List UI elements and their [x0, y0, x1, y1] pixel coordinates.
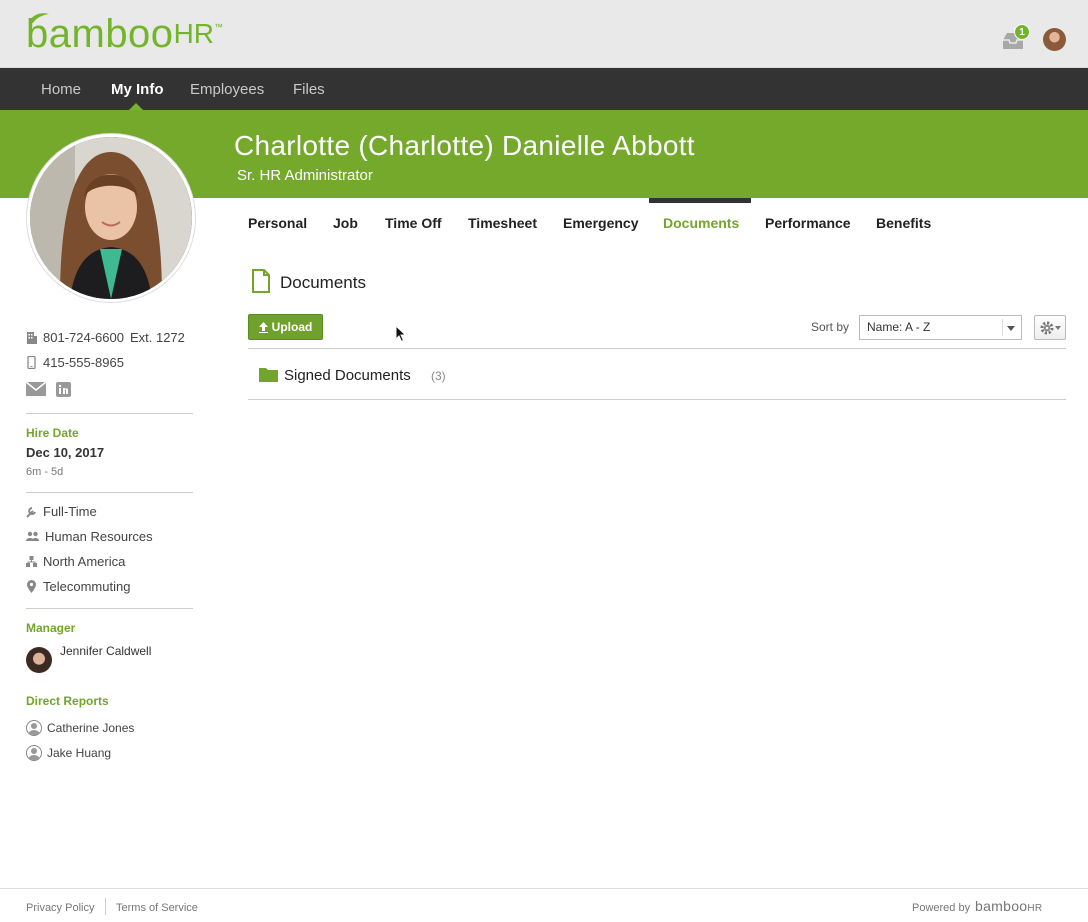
- chevron-down-icon: [1055, 326, 1061, 330]
- powered-by-label: Powered by: [912, 902, 971, 914]
- logo-hr: HR: [173, 18, 215, 49]
- profile-photo[interactable]: [27, 134, 195, 302]
- division-row: North America: [26, 554, 125, 569]
- building-icon: [27, 332, 37, 344]
- active-nav-indicator: [129, 103, 143, 110]
- bamboohr-logo[interactable]: bamboo HR ™: [26, 12, 223, 56]
- footer-separator: [105, 898, 106, 915]
- direct-report-name: Jake Huang: [47, 746, 112, 760]
- top-header: bamboo HR ™ 1: [0, 0, 1088, 68]
- powered-logo-hr: HR: [1027, 903, 1043, 914]
- nav-employees[interactable]: Employees: [190, 81, 264, 98]
- nav-my-info[interactable]: My Info: [111, 81, 164, 98]
- folder-count: (3): [431, 369, 446, 383]
- notification-badge: 1: [1014, 24, 1030, 40]
- direct-report-name: Catherine Jones: [47, 721, 135, 735]
- nav-files[interactable]: Files: [293, 81, 325, 98]
- upload-icon: [258, 321, 268, 333]
- tab-documents[interactable]: Documents: [663, 215, 739, 231]
- upload-button[interactable]: Upload: [248, 314, 323, 340]
- powered-logo-word: bamboo: [975, 898, 1028, 914]
- department: Human Resources: [45, 529, 153, 544]
- active-tab-indicator: [649, 198, 751, 203]
- document-icon: [252, 269, 270, 293]
- manager-name[interactable]: Jennifer Caldwell: [60, 644, 151, 658]
- tab-timesheet[interactable]: Timesheet: [468, 215, 537, 231]
- settings-menu-button[interactable]: [1034, 315, 1066, 340]
- location-row: Telecommuting: [26, 579, 130, 594]
- user-avatar[interactable]: [1043, 28, 1066, 51]
- location: Telecommuting: [43, 579, 131, 594]
- list-bottom-divider: [248, 399, 1066, 400]
- hire-date-label: Hire Date: [26, 426, 79, 440]
- tab-performance[interactable]: Performance: [765, 215, 851, 231]
- wrench-icon: [26, 507, 36, 518]
- sort-select[interactable]: Name: A - Z: [859, 315, 1022, 340]
- gear-icon: [1040, 321, 1054, 335]
- direct-reports-label: Direct Reports: [26, 694, 109, 708]
- mouse-cursor-icon: [395, 325, 407, 343]
- tab-personal[interactable]: Personal: [248, 215, 307, 231]
- footer-divider: [0, 888, 1088, 889]
- location-pin-icon: [27, 580, 36, 593]
- employee-title: Sr. HR Administrator: [237, 167, 373, 184]
- manager-label: Manager: [26, 621, 76, 635]
- select-separator: [1002, 319, 1003, 336]
- direct-report-item[interactable]: Catherine Jones: [26, 720, 134, 736]
- sidebar-divider: [26, 492, 193, 493]
- division: North America: [43, 554, 126, 569]
- mobile-phone[interactable]: 415-555-8965: [43, 355, 124, 370]
- hire-date-value: Dec 10, 2017: [26, 445, 105, 460]
- chevron-down-icon: [1007, 326, 1015, 331]
- person-icon: [26, 745, 42, 761]
- tab-emergency[interactable]: Emergency: [563, 215, 638, 231]
- sidebar-divider: [26, 413, 193, 414]
- powered-by-logo[interactable]: bambooHR: [975, 898, 1042, 914]
- mobile-phone-row: 415-555-8965: [26, 355, 124, 370]
- folder-icon: [259, 368, 278, 382]
- employee-name: Charlotte (Charlotte) Danielle Abbott: [234, 130, 695, 161]
- employment-status: Full-Time: [43, 504, 97, 519]
- people-icon: [26, 531, 39, 541]
- upload-label: Upload: [271, 320, 313, 334]
- person-icon: [26, 720, 42, 736]
- org-chart-icon: [26, 556, 37, 567]
- department-row: Human Resources: [26, 529, 153, 544]
- sidebar-divider: [26, 608, 193, 609]
- work-phone-row: 801-724-6600 Ext. 1272: [26, 330, 185, 345]
- privacy-policy-link[interactable]: Privacy Policy: [26, 902, 94, 914]
- profile-photo-image: [30, 137, 192, 299]
- nav-home[interactable]: Home: [41, 81, 81, 98]
- manager-avatar[interactable]: [26, 647, 52, 673]
- list-top-divider: [248, 348, 1066, 349]
- leaf-icon: [29, 13, 49, 23]
- direct-report-item[interactable]: Jake Huang: [26, 745, 111, 761]
- email-icon[interactable]: [26, 382, 46, 396]
- work-phone[interactable]: 801-724-6600: [43, 330, 124, 345]
- mobile-phone-icon: [27, 356, 36, 369]
- sort-by-label: Sort by: [811, 320, 850, 334]
- linkedin-icon[interactable]: [56, 382, 71, 397]
- tab-benefits[interactable]: Benefits: [876, 215, 931, 231]
- documents-heading: Documents: [280, 273, 366, 292]
- tab-time-off[interactable]: Time Off: [385, 215, 442, 231]
- folder-name[interactable]: Signed Documents: [284, 367, 411, 384]
- terms-of-service-link[interactable]: Terms of Service: [116, 902, 198, 914]
- work-phone-ext: Ext. 1272: [129, 330, 185, 345]
- tab-job[interactable]: Job: [333, 215, 358, 231]
- tenure-value: 6m - 5d: [26, 466, 64, 478]
- main-nav: Home My Info Employees Files: [0, 68, 1088, 110]
- logo-tm: ™: [214, 22, 224, 32]
- employment-status-row: Full-Time: [26, 504, 97, 519]
- sort-select-value: Name: A - Z: [867, 320, 931, 334]
